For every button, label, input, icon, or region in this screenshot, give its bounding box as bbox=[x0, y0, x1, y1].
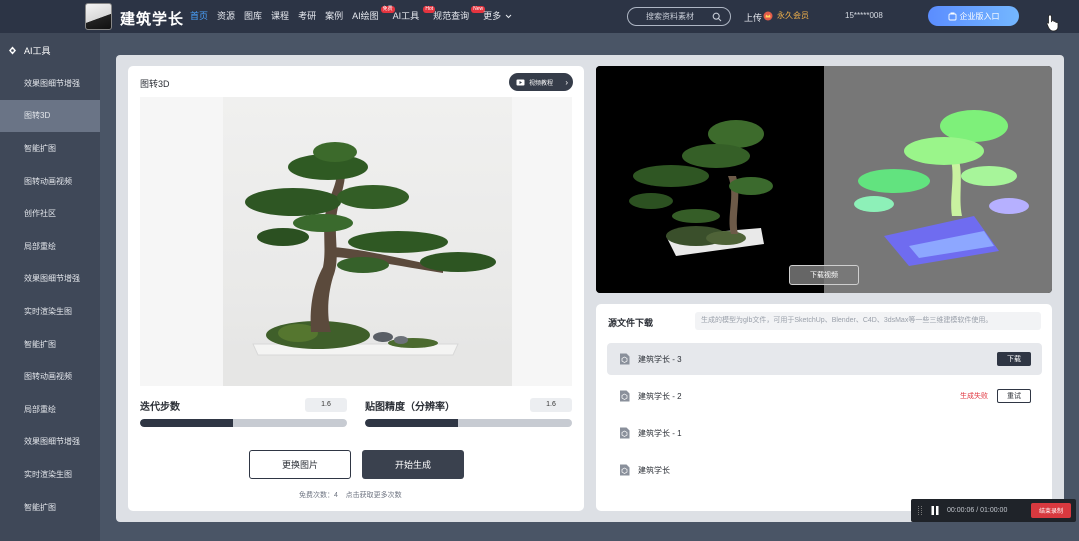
sidebar-title: AI工具 bbox=[24, 45, 51, 56]
source-files-description: 生成的模型为glb文件，可用于SketchUp、Blender、C4D、3dsM… bbox=[695, 312, 1041, 330]
chevron-right-icon: › bbox=[565, 77, 568, 87]
steps-slider[interactable] bbox=[140, 419, 347, 427]
steps-label: 迭代步数 bbox=[140, 402, 180, 413]
precision-slider-fill bbox=[365, 419, 459, 427]
enterprise-label: 企业版入口 bbox=[959, 11, 1000, 21]
file-icon bbox=[620, 427, 630, 439]
precision-slider[interactable] bbox=[365, 419, 572, 427]
sidebar-item-smart-expand-3[interactable]: 智能扩图 bbox=[0, 491, 100, 524]
search-input[interactable]: 搜索资料素材 bbox=[646, 11, 712, 22]
sidebar-item-inpaint-2[interactable]: 局部重绘 bbox=[0, 393, 100, 426]
textured-model-view bbox=[596, 66, 824, 293]
file-row[interactable]: 建筑学长 - 2 生成失败 重试 bbox=[607, 380, 1042, 412]
search-icon[interactable] bbox=[712, 12, 722, 22]
nav-item-courses[interactable]: 课程 bbox=[271, 0, 298, 33]
file-row[interactable]: 建筑学长 - 1 bbox=[607, 417, 1042, 449]
file-row[interactable]: 建筑学长 - 3 下载 bbox=[607, 343, 1042, 375]
search-bar[interactable]: 搜索资料素材 bbox=[627, 7, 731, 26]
pause-icon[interactable] bbox=[931, 506, 939, 515]
file-name: 建筑学长 - 2 bbox=[638, 391, 682, 401]
file-icon bbox=[620, 353, 630, 365]
sidebar: AI工具 效果图细节增强 图转3D 智能扩图 图转动画视频 创作社区 局部重绘 … bbox=[0, 33, 100, 541]
sidebar-item-smart-expand-2[interactable]: 智能扩图 bbox=[0, 328, 100, 361]
video-tutorial-button[interactable]: 视频教程 › bbox=[509, 73, 573, 91]
nav-item-standards[interactable]: 规范查询 New bbox=[433, 0, 486, 33]
hand-cursor-icon bbox=[1046, 14, 1059, 32]
start-generate-button[interactable]: 开始生成 bbox=[362, 450, 464, 479]
recording-time: 00:00:06 / 01:00:00 bbox=[947, 507, 1008, 514]
file-name: 建筑学长 bbox=[638, 465, 670, 475]
normal-map-bonsai-render bbox=[854, 110, 1029, 266]
drag-handle-icon[interactable] bbox=[918, 506, 922, 515]
sidebar-item-detail-enhance-2[interactable]: 效果图细节增强 bbox=[0, 263, 100, 296]
nav-item-ai-tools[interactable]: AI工具 Hot bbox=[393, 0, 436, 33]
model-preview[interactable]: 下载视频 bbox=[596, 66, 1052, 293]
logo-avatar[interactable] bbox=[85, 3, 112, 30]
steps-slider-fill bbox=[140, 419, 234, 427]
sidebar-item-smart-expand[interactable]: 智能扩图 bbox=[0, 132, 100, 165]
chevron-down-icon bbox=[505, 14, 512, 19]
file-name: 建筑学长 - 1 bbox=[638, 428, 682, 438]
upload-link[interactable]: 上传 bbox=[744, 11, 762, 24]
sidebar-item-inpaint[interactable]: 局部重绘 bbox=[0, 230, 100, 263]
source-files-card: 源文件下载 生成的模型为glb文件，可用于SketchUp、Blender、C4… bbox=[596, 304, 1052, 511]
vip-status[interactable]: 永久会员 bbox=[763, 10, 809, 21]
precision-value[interactable]: 1.6 bbox=[530, 398, 572, 412]
main-nav: 首页 资源 图库 课程 考研 案例 AI绘图 免费 AI工具 Hot 规范查询 … bbox=[190, 0, 521, 33]
sidebar-item-detail-enhance[interactable]: 效果图细节增强 bbox=[0, 67, 100, 100]
download-video-button[interactable]: 下载视频 bbox=[789, 265, 859, 285]
end-recording-button[interactable]: 结束录制 bbox=[1031, 503, 1071, 518]
file-icon bbox=[620, 390, 630, 402]
file-name: 建筑学长 - 3 bbox=[638, 354, 682, 364]
nav-item-home[interactable]: 首页 bbox=[190, 0, 217, 33]
sidebar-item-detail-enhance-3[interactable]: 效果图细节增强 bbox=[0, 426, 100, 459]
textured-bonsai-render bbox=[629, 120, 773, 256]
enterprise-icon bbox=[948, 12, 956, 20]
file-download-button[interactable]: 下载 bbox=[997, 352, 1031, 366]
top-bar: 建筑学长 首页 资源 图库 课程 考研 案例 AI绘图 免费 AI工具 Hot … bbox=[0, 0, 1079, 33]
vip-label: 永久会员 bbox=[777, 11, 809, 20]
sidebar-item-realtime-render-2[interactable]: 实时渲染生图 bbox=[0, 458, 100, 491]
user-phone[interactable]: 15*****008 bbox=[845, 11, 883, 20]
tool-title: 图转3D bbox=[140, 79, 170, 89]
steps-value[interactable]: 1.6 bbox=[305, 398, 347, 412]
sidebar-item-realtime-render[interactable]: 实时渲染生图 bbox=[0, 295, 100, 328]
file-icon bbox=[620, 464, 630, 476]
bonsai-tree-image bbox=[223, 142, 512, 386]
image-to-3d-card: 图转3D 视频教程 › 迭代步数 1.6 贴图精度（分辨率） 1.6 更换图片 … bbox=[128, 66, 584, 511]
sidebar-item-image-to-3d[interactable]: 图转3D bbox=[0, 99, 100, 133]
sidebar-header: AI工具 bbox=[0, 33, 100, 67]
logo-text[interactable]: 建筑学长 bbox=[120, 8, 184, 29]
nav-item-exam[interactable]: 考研 bbox=[298, 0, 325, 33]
main-panel: 图转3D 视频教程 › 迭代步数 1.6 贴图精度（分辨率） 1.6 更换图片 … bbox=[116, 55, 1064, 522]
sidebar-item-community[interactable]: 创作社区 bbox=[0, 197, 100, 230]
generation-failed-status: 生成失败 bbox=[960, 393, 988, 400]
video-icon bbox=[516, 79, 525, 85]
crown-icon bbox=[763, 11, 773, 20]
normal-map-model-view bbox=[824, 66, 1052, 293]
nav-item-ai-drawing[interactable]: AI绘图 免费 bbox=[352, 0, 395, 33]
nav-item-resources[interactable]: 资源 bbox=[217, 0, 244, 33]
nav-item-cases[interactable]: 案例 bbox=[325, 0, 352, 33]
uploaded-image-area[interactable] bbox=[140, 97, 572, 386]
ai-tools-icon bbox=[9, 46, 16, 54]
nav-item-more[interactable]: 更多 bbox=[483, 0, 521, 33]
precision-label: 贴图精度（分辨率） bbox=[365, 402, 455, 413]
screen-recorder-bar: 00:00:06 / 01:00:00 结束录制 bbox=[911, 499, 1076, 522]
file-retry-button[interactable]: 重试 bbox=[997, 389, 1031, 403]
nav-item-gallery[interactable]: 图库 bbox=[244, 0, 271, 33]
file-row[interactable]: 建筑学长 bbox=[607, 454, 1042, 486]
change-image-button[interactable]: 更换图片 bbox=[249, 450, 351, 479]
tutorial-label: 视频教程 bbox=[529, 80, 554, 87]
enterprise-entry-button[interactable]: 企业版入口 bbox=[928, 6, 1019, 26]
sidebar-item-image-to-video[interactable]: 图转动画视频 bbox=[0, 165, 100, 198]
free-count-text[interactable]: 免费次数：4 点击获取更多次数 bbox=[299, 490, 402, 500]
bonsai-photo bbox=[223, 97, 512, 386]
sidebar-item-image-to-video-2[interactable]: 图转动画视频 bbox=[0, 360, 100, 393]
source-files-title: 源文件下载 bbox=[608, 318, 654, 328]
